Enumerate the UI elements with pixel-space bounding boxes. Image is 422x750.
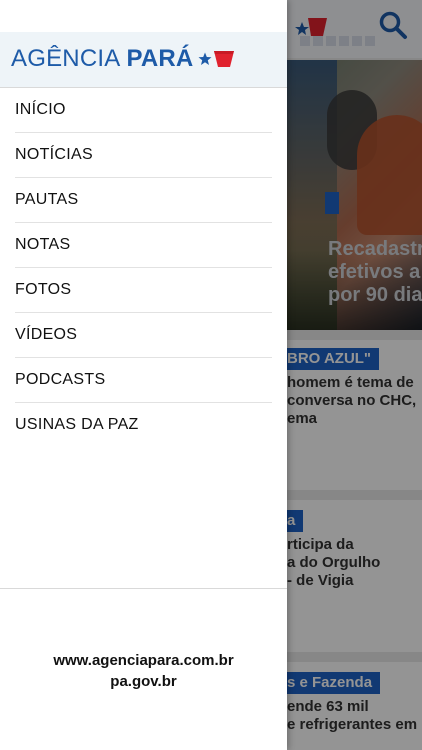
footer-divider	[0, 588, 287, 589]
navigation-drawer: AGÊNCIA PARÁ INÍCIO NOTÍCIAS PAUTAS NOTA…	[0, 0, 287, 750]
pa-gov-link[interactable]: pa.gov.br	[0, 671, 287, 692]
menu-item-videos[interactable]: VÍDEOS	[15, 313, 272, 358]
menu-item-podcasts[interactable]: PODCASTS	[15, 358, 272, 403]
menu-item-inicio[interactable]: INÍCIO	[15, 88, 272, 133]
star-icon	[198, 52, 212, 65]
agenciapara-link[interactable]: www.agenciapara.com.br	[0, 650, 287, 671]
menu-item-usinas-da-paz[interactable]: USINAS DA PAZ	[15, 403, 272, 447]
menu-item-notas[interactable]: NOTAS	[15, 223, 272, 268]
agencia-para-logo[interactable]: AGÊNCIA PARÁ	[11, 45, 235, 72]
drawer-menu: INÍCIO NOTÍCIAS PAUTAS NOTAS FOTOS VÍDEO…	[15, 88, 272, 447]
drawer-header: AGÊNCIA PARÁ	[0, 32, 287, 88]
menu-item-pautas[interactable]: PAUTAS	[15, 178, 272, 223]
logo-text-agencia: AGÊNCIA	[11, 45, 121, 72]
drawer-footer: www.agenciapara.com.br pa.gov.br	[0, 650, 287, 692]
logo-text-para: PARÁ	[126, 45, 194, 72]
menu-item-noticias[interactable]: NOTÍCIAS	[15, 133, 272, 178]
menu-item-fotos[interactable]: FOTOS	[15, 268, 272, 313]
flag-icon	[214, 51, 235, 67]
